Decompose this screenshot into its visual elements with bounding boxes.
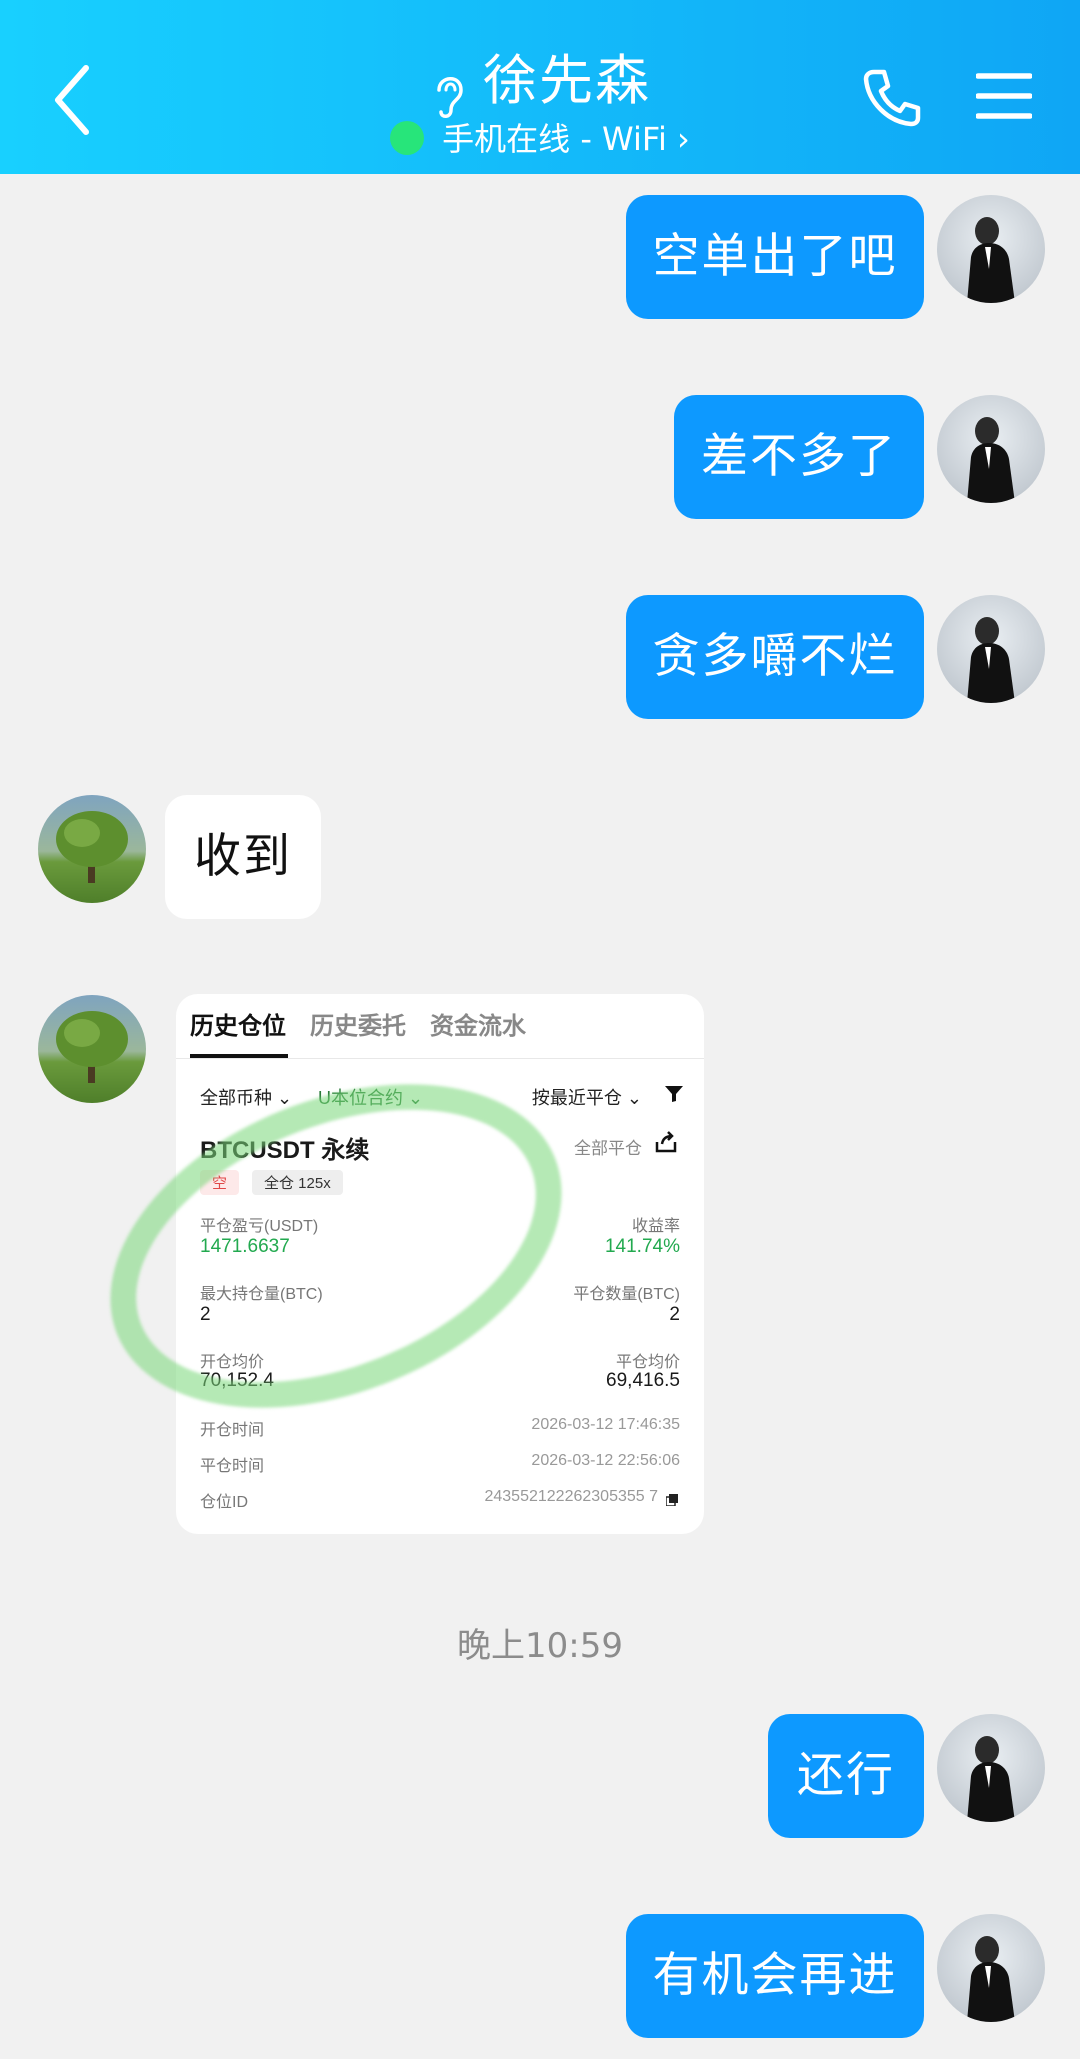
chat-header: 徐先森 手机在线 - WiFi › bbox=[0, 0, 1080, 174]
my-avatar[interactable] bbox=[937, 195, 1045, 303]
close-time-value: 2026-03-12 22:56:06 bbox=[531, 1452, 680, 1469]
roi-label: 收益率 bbox=[631, 1218, 680, 1235]
message-bubble-incoming[interactable]: 收到 bbox=[165, 795, 321, 919]
copy-icon bbox=[666, 1494, 678, 1506]
person-avatar-icon bbox=[967, 1936, 1015, 2022]
tab-fund-flow: 资金流水 bbox=[430, 1013, 526, 1040]
contact-name: 徐先森 bbox=[483, 49, 651, 112]
message-bubble-outgoing[interactable]: 有机会再进 bbox=[626, 1914, 924, 2038]
my-avatar[interactable] bbox=[937, 1914, 1045, 2022]
divider bbox=[176, 1058, 704, 1059]
funnel-icon bbox=[665, 1086, 683, 1102]
ear-icon bbox=[437, 76, 463, 118]
close-avg-value: 69,416.5 bbox=[606, 1370, 680, 1391]
tree-avatar-icon bbox=[56, 1011, 128, 1083]
person-avatar-icon bbox=[967, 417, 1015, 503]
online-dot-icon bbox=[390, 121, 425, 155]
time-separator: 晚上10:59 bbox=[457, 1626, 623, 1666]
roi-value: 141.74% bbox=[604, 1236, 680, 1257]
tab-position-history: 历史仓位 bbox=[190, 1013, 286, 1040]
close-all-label: 全部平仓 bbox=[574, 1139, 642, 1158]
close-qty-value: 2 bbox=[669, 1304, 680, 1325]
close-time-label: 平仓时间 bbox=[200, 1458, 265, 1475]
my-avatar[interactable] bbox=[937, 595, 1045, 703]
message-bubble-outgoing[interactable]: 贪多嚼不烂 bbox=[626, 595, 924, 719]
card-tabs: 历史仓位 历史委托 资金流水 bbox=[190, 1006, 550, 1041]
message-bubble-outgoing[interactable]: 空单出了吧 bbox=[626, 195, 924, 319]
filter-coin: 全部币种 ⌄ bbox=[200, 1088, 293, 1108]
menu-icon[interactable] bbox=[976, 70, 1032, 122]
my-avatar[interactable] bbox=[937, 395, 1045, 503]
contact-avatar[interactable] bbox=[38, 995, 146, 1103]
close-qty-label: 平仓数量(BTC) bbox=[573, 1286, 680, 1303]
open-time-label: 开仓时间 bbox=[200, 1422, 265, 1439]
tree-avatar-icon bbox=[56, 811, 128, 883]
my-avatar[interactable] bbox=[937, 1714, 1045, 1822]
phone-icon[interactable] bbox=[860, 66, 924, 130]
close-avg-label: 平仓均价 bbox=[615, 1354, 680, 1371]
tab-order-history: 历史委托 bbox=[310, 1013, 406, 1040]
position-id-label: 仓位ID bbox=[200, 1494, 249, 1511]
share-icon bbox=[655, 1131, 677, 1153]
message-bubble-outgoing[interactable]: 还行 bbox=[768, 1714, 924, 1838]
contact-avatar[interactable] bbox=[38, 795, 146, 903]
message-bubble-outgoing[interactable]: 差不多了 bbox=[674, 395, 924, 519]
person-avatar-icon bbox=[967, 217, 1015, 303]
filter-sort: 按最近平仓 ⌄ bbox=[531, 1088, 642, 1108]
status-text: 手机在线 - WiFi bbox=[442, 120, 667, 158]
person-avatar-icon bbox=[967, 1736, 1015, 1822]
position-id-value: 243552122262305355 7 bbox=[484, 1488, 658, 1505]
open-time-value: 2026-03-12 17:46:35 bbox=[531, 1416, 680, 1433]
chevron-right-icon: › bbox=[677, 120, 690, 158]
person-avatar-icon bbox=[967, 617, 1015, 703]
